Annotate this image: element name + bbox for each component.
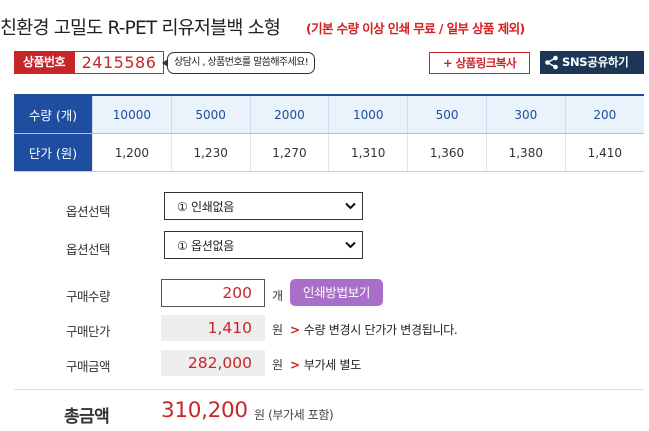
vat-included-note: (부가세 포함) xyxy=(268,408,334,422)
amount-currency: 원 xyxy=(272,358,284,372)
total-divider xyxy=(14,389,644,390)
unit-price-change-text: 수량 변경시 단가가 변경됩니다. xyxy=(303,323,458,337)
unit-price-currency: 원 xyxy=(272,323,284,337)
consult-tip-bubble: 상담시 , 상품번호를 말씀해주세요! xyxy=(161,52,316,74)
purchase-quantity-label: 구매수량 xyxy=(66,289,111,304)
unit-price-cell: 1,200 xyxy=(92,133,172,172)
share-icon xyxy=(545,55,558,70)
purchase-unit-price-label: 구매단가 xyxy=(66,324,111,339)
chevron-right-icon: > xyxy=(290,358,300,372)
quantity-cell: 5000 xyxy=(170,94,251,134)
purchase-unit-price-value: 1,410 xyxy=(161,315,265,341)
unit-price-cell: 1,310 xyxy=(328,133,408,172)
print-option-value: ① 인쇄없음 xyxy=(177,200,234,214)
chevron-down-icon xyxy=(345,241,356,249)
option-label-2: 옵션선택 xyxy=(66,242,111,257)
sns-share-label: SNS공유하기 xyxy=(562,55,629,69)
chevron-down-icon xyxy=(345,202,356,210)
unit-price-cell: 1,270 xyxy=(249,133,329,172)
total-amount-label: 총금액 xyxy=(64,407,110,427)
vat-excluded-note: > 부가세 별도 xyxy=(290,356,361,373)
quantity-cell: 300 xyxy=(485,94,566,134)
extra-option-value: ① 옵션없음 xyxy=(177,239,234,253)
product-title: 친환경 고밀도 R-PET 리유저블백 소형 xyxy=(0,18,281,39)
quantity-cell: 1000 xyxy=(328,94,408,134)
copy-product-link-button[interactable]: + 상품링크복사 xyxy=(429,52,530,74)
quantity-cell: 10000 xyxy=(92,94,172,134)
quantity-header: 수량 (개) xyxy=(14,94,93,134)
product-title-row: 친환경 고밀도 R-PET 리유저블백 소형 (기본 수량 이상 인쇄 무료 /… xyxy=(0,14,649,40)
unit-price-header: 단가 (원) xyxy=(14,133,93,172)
quantity-row: 수량 (개) 10000 5000 2000 1000 500 300 200 xyxy=(14,94,644,134)
purchase-amount-label: 구매금액 xyxy=(66,359,111,374)
quantity-price-table: 수량 (개) 10000 5000 2000 1000 500 300 200 … xyxy=(14,94,644,172)
total-amount-unit: 원 (부가세 포함) xyxy=(254,406,334,423)
quantity-cell: 2000 xyxy=(249,94,329,134)
chevron-right-icon: > xyxy=(290,323,300,337)
unit-price-cell: 1,360 xyxy=(407,133,487,172)
unit-price-cell: 1,380 xyxy=(485,133,566,172)
product-code-label: 상품번호 xyxy=(14,51,74,74)
unit-price-cell: 1,230 xyxy=(170,133,251,172)
product-code-row: 상품번호 2415586 상담시 , 상품번호를 말씀해주세요! + 상품링크복… xyxy=(14,51,644,75)
sns-share-button[interactable]: SNS공유하기 xyxy=(540,51,644,74)
product-code-value: 2415586 xyxy=(74,51,164,74)
total-currency: 원 xyxy=(254,408,265,422)
unit-price-change-note: > 수량 변경시 단가가 변경됩니다. xyxy=(290,321,458,338)
total-amount-value: 310,200 xyxy=(161,398,248,423)
option-label-1: 옵션선택 xyxy=(66,204,111,219)
quantity-unit: 개 xyxy=(272,289,284,303)
print-method-button[interactable]: 인쇄방법보기 xyxy=(290,279,383,306)
purchase-amount-value: 282,000 xyxy=(161,350,265,376)
purchase-quantity-input[interactable]: 200 xyxy=(161,279,265,307)
quantity-cell: 200 xyxy=(564,94,644,134)
vat-excluded-text: 부가세 별도 xyxy=(303,358,362,372)
quantity-cell: 500 xyxy=(407,94,487,134)
unit-price-row: 단가 (원) 1,200 1,230 1,270 1,310 1,360 1,3… xyxy=(14,133,644,172)
unit-price-cell: 1,410 xyxy=(564,133,644,172)
extra-option-select[interactable]: ① 옵션없음 xyxy=(164,231,363,259)
product-title-note: (기본 수량 이상 인쇄 무료 / 일부 상품 제외) xyxy=(306,21,525,36)
print-option-select[interactable]: ① 인쇄없음 xyxy=(164,192,363,220)
